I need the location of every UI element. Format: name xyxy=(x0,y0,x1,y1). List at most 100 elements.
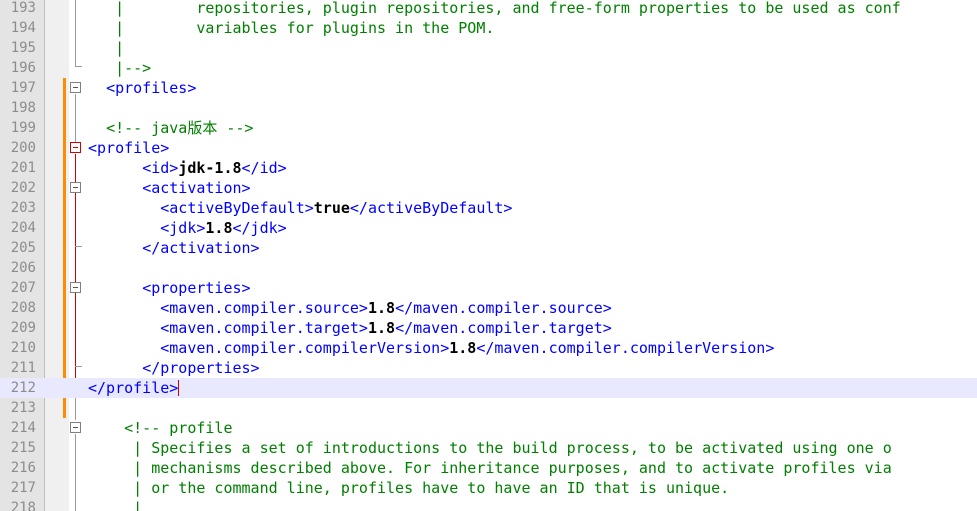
line-number: 209 xyxy=(10,320,36,336)
code-line[interactable]: 217 | or the command line, profiles have… xyxy=(0,478,977,498)
code-line[interactable]: 213 xyxy=(0,398,977,418)
code-line[interactable]: 202 <activation> xyxy=(0,178,977,198)
code-text[interactable]: | variables for plugins in the POM. xyxy=(88,18,494,38)
line-number: 194 xyxy=(10,20,36,36)
xml-text xyxy=(88,179,142,197)
code-line[interactable]: 200 <profile> xyxy=(0,138,977,158)
code-line[interactable]: 201 <id>jdk-1.8</id> xyxy=(0,158,977,178)
code-text[interactable]: </activation> xyxy=(88,238,259,258)
line-number: 201 xyxy=(10,160,36,176)
code-text[interactable]: | xyxy=(88,498,142,511)
xml-tag: <maven.compiler.compilerVersion> xyxy=(160,339,450,357)
xml-text: jdk-1.8 xyxy=(178,159,242,177)
code-text[interactable]: <profile> xyxy=(88,138,169,158)
xml-tag: </properties> xyxy=(142,359,260,377)
xml-text xyxy=(88,319,160,337)
xml-text xyxy=(88,159,142,177)
line-number: 202 xyxy=(10,180,36,196)
code-line[interactable]: 214 <!-- profile xyxy=(0,418,977,438)
code-line[interactable]: 205 </activation> xyxy=(0,238,977,258)
xml-tag: <maven.compiler.target> xyxy=(160,319,368,337)
code-line[interactable]: 198 xyxy=(0,98,977,118)
code-line[interactable]: 206 xyxy=(0,258,977,278)
xml-tag: <activeByDefault> xyxy=(160,199,314,217)
xml-comment: | or the command line, profiles have to … xyxy=(88,479,730,497)
xml-comment: | mechanisms described above. For inheri… xyxy=(88,459,892,477)
line-number: 204 xyxy=(10,220,36,236)
code-text[interactable]: <activeByDefault>true</activeByDefault> xyxy=(88,198,512,218)
line-number: 195 xyxy=(10,40,36,56)
code-text[interactable]: | repositories, plugin repositories, and… xyxy=(88,0,901,18)
code-line[interactable]: 216 | mechanisms described above. For in… xyxy=(0,458,977,478)
code-text[interactable]: </profile> xyxy=(88,378,180,398)
code-text[interactable]: <maven.compiler.compilerVersion>1.8</mav… xyxy=(88,338,774,358)
text-caret xyxy=(178,380,180,396)
code-line[interactable]: 207 <properties> xyxy=(0,278,977,298)
line-number: 218 xyxy=(10,500,36,511)
xml-text xyxy=(88,119,106,137)
code-text[interactable]: <!-- java版本 --> xyxy=(88,118,253,138)
code-line[interactable]: 194 | variables for plugins in the POM. xyxy=(0,18,977,38)
xml-tag: </maven.compiler.compilerVersion> xyxy=(476,339,775,357)
line-number: 197 xyxy=(10,80,36,96)
code-lines[interactable]: 193 | repositories, plugin repositories,… xyxy=(0,0,977,511)
code-line[interactable]: 196 |--> xyxy=(0,58,977,78)
xml-tag: <profiles> xyxy=(106,79,197,97)
xml-tag: </jdk> xyxy=(232,219,287,237)
code-text[interactable]: <maven.compiler.source>1.8</maven.compil… xyxy=(88,298,612,318)
line-number: 213 xyxy=(10,400,36,416)
xml-text xyxy=(88,79,106,97)
code-editor[interactable]: 193 | repositories, plugin repositories,… xyxy=(0,0,977,511)
line-number: 214 xyxy=(10,420,36,436)
line-number: 210 xyxy=(10,340,36,356)
code-text[interactable]: <activation> xyxy=(88,178,250,198)
code-line[interactable]: 208 <maven.compiler.source>1.8</maven.co… xyxy=(0,298,977,318)
xml-comment: variables for plugins in the POM. xyxy=(196,19,495,37)
line-number: 215 xyxy=(10,440,36,456)
code-line[interactable]: 215 | Specifies a set of introductions t… xyxy=(0,438,977,458)
code-text[interactable]: <id>jdk-1.8</id> xyxy=(88,158,287,178)
line-number: 193 xyxy=(10,0,36,16)
xml-text xyxy=(88,339,160,357)
code-text[interactable]: <jdk>1.8</jdk> xyxy=(88,218,287,238)
code-text[interactable]: | xyxy=(88,38,124,58)
xml-text xyxy=(88,419,124,437)
xml-tag: <jdk> xyxy=(160,219,206,237)
xml-comment: <!-- java版本 --> xyxy=(106,119,254,137)
code-line[interactable]: 212 </profile> xyxy=(0,378,977,398)
xml-text: 1.8 xyxy=(367,319,396,337)
code-line[interactable]: 195 | xyxy=(0,38,977,58)
code-line[interactable]: 204 <jdk>1.8</jdk> xyxy=(0,218,977,238)
code-line[interactable]: 209 <maven.compiler.target>1.8</maven.co… xyxy=(0,318,977,338)
xml-comment: | xyxy=(88,499,143,511)
xml-tag: </id> xyxy=(241,159,287,177)
line-number: 200 xyxy=(10,140,36,156)
line-number: 203 xyxy=(10,200,36,216)
code-text[interactable]: | mechanisms described above. For inheri… xyxy=(88,458,892,478)
code-text[interactable]: | Specifies a set of introductions to th… xyxy=(88,438,892,458)
code-line[interactable]: 193 | repositories, plugin repositories,… xyxy=(0,0,977,18)
code-text[interactable]: |--> xyxy=(88,58,151,78)
xml-tag: </activeByDefault> xyxy=(349,199,513,217)
code-line[interactable]: 211 </properties> xyxy=(0,358,977,378)
code-text[interactable]: <profiles> xyxy=(88,78,196,98)
code-text[interactable]: <properties> xyxy=(88,278,250,298)
code-line[interactable]: 197 <profiles> xyxy=(0,78,977,98)
xml-text xyxy=(88,199,160,217)
code-line[interactable]: 203 <activeByDefault>true</activeByDefau… xyxy=(0,198,977,218)
code-text[interactable]: </properties> xyxy=(88,358,260,378)
xml-tag: </maven.compiler.source> xyxy=(395,299,612,317)
code-line[interactable]: 218 | xyxy=(0,498,977,511)
code-line[interactable]: 210 <maven.compiler.compilerVersion>1.8<… xyxy=(0,338,977,358)
line-number: 199 xyxy=(10,120,36,136)
line-number: 212 xyxy=(10,380,36,396)
xml-text: 1.8 xyxy=(205,219,233,237)
xml-comment: |--> xyxy=(88,59,152,77)
code-text[interactable]: <maven.compiler.target>1.8</maven.compil… xyxy=(88,318,612,338)
xml-comment: | xyxy=(88,0,197,17)
xml-tag: </maven.compiler.target> xyxy=(395,319,612,337)
code-text[interactable]: | or the command line, profiles have to … xyxy=(88,478,729,498)
xml-comment: | Specifies a set of introductions to th… xyxy=(88,439,892,457)
code-line[interactable]: 199 <!-- java版本 --> xyxy=(0,118,977,138)
code-text[interactable]: <!-- profile xyxy=(88,418,232,438)
